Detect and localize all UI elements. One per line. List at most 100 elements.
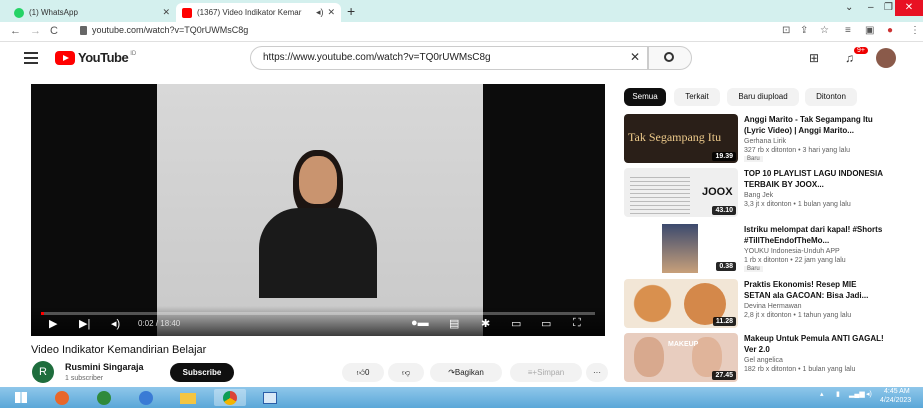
audio-icon[interactable]: ◂) [316,7,324,18]
fullscreen-icon[interactable]: ⛶ [573,317,581,330]
url-field[interactable]: youtube.com/watch?v=TQ0rUWMsC8g [92,25,248,35]
hamburger-menu-icon[interactable] [24,52,38,67]
browser-tabstrip: (1) WhatsApp ✕ (1367) Video Indikator Ke… [0,0,923,22]
rec-title: Istriku melompat dari kapal! #Shorts #Ti… [744,225,883,245]
notification-badge: 9+ [854,47,868,54]
signal-icon[interactable]: ▂▄▆ [849,390,865,398]
menu-dots-icon[interactable]: ⋮ [910,25,920,36]
ie-taskbar-icon[interactable] [130,389,162,406]
thumbs-up-icon: 👍︎ [356,367,365,377]
reading-list-icon[interactable]: ≡ [845,25,851,36]
chip-recently-uploaded[interactable]: Baru diupload [727,88,799,106]
rec-channel: YOUKU Indonesia-Unduh APP [744,248,840,255]
share-icon[interactable]: ⇪ [800,25,808,36]
lock-icon [80,26,87,35]
save-button[interactable]: ≡+ Simpan [510,363,582,382]
share-arrow-icon: ↷ [448,368,455,377]
recommendation-item[interactable]: MAKEUP 27.45 Makeup Untuk Pemula ANTI GA… [624,333,923,383]
play-icon[interactable]: ▶ [49,317,57,330]
logo-text: YouTube [78,50,129,65]
firefox-taskbar-icon[interactable] [46,389,78,406]
clear-search-icon[interactable]: ✕ [630,50,640,64]
sidepanel-icon[interactable]: ▣ [865,25,874,36]
recommendation-item[interactable]: 0.38 Istriku melompat dari kapal! #Short… [624,224,923,274]
bell-icon[interactable]: ♫ [845,51,854,65]
bookmark-star-icon[interactable]: ☆ [820,25,829,36]
create-video-icon[interactable]: ⊞ [809,51,819,65]
tab-youtube[interactable]: (1367) Video Indikator Kemar ◂) ✕ [176,3,341,22]
recommendation-item[interactable]: JOOX 43.10 TOP 10 PLAYLIST LAGU INDONESI… [624,168,923,218]
progress-bar[interactable] [41,312,595,315]
video-title: Video Indikator Kemandirian Belajar [31,344,207,356]
paint-taskbar-icon[interactable] [254,389,286,406]
translate-icon[interactable]: ⊡ [782,25,790,36]
new-badge: Baru [744,156,763,162]
start-button[interactable] [8,389,34,406]
file-explorer-taskbar-icon[interactable] [172,389,204,406]
new-tab-button[interactable]: + [347,3,355,19]
close-window-button[interactable]: ✕ [895,0,923,16]
youtube-header: YouTube ID https://www.youtube.com/watch… [0,43,923,73]
close-tab-icon[interactable]: ✕ [327,7,335,18]
subscribe-button[interactable]: Subscribe [170,363,234,382]
clock-time[interactable]: 4:45 AM [884,388,910,395]
channel-name[interactable]: Rusmini Singaraja [65,362,144,372]
volume-icon[interactable]: ◂) [111,317,120,330]
settings-gear-icon[interactable]: ✱ [481,317,490,330]
thumbnail-text: MAKEUP [668,341,699,348]
dislike-button[interactable]: 👎︎ [388,363,424,382]
subtitles-icon[interactable]: ▤ [449,317,459,330]
rec-channel: Gel angelica [744,357,783,364]
chevron-down-icon[interactable]: ⌄ [845,2,853,13]
chip-all[interactable]: Semua [624,88,666,106]
recommendation-item[interactable]: Tak Segampang Itu 19.39 Anggi Marito - T… [624,114,923,164]
reload-icon[interactable]: C [50,25,58,37]
close-tab-icon[interactable]: ✕ [162,7,170,18]
whatsapp-icon [14,7,24,18]
forward-icon[interactable]: → [30,25,41,37]
subscriber-count: 1 subscriber [65,375,104,382]
search-icon [664,52,674,62]
video-thumbnail: Tak Segampang Itu 19.39 [624,114,738,163]
video-player[interactable]: ▶ ▶| ◂) 0:02 / 18:40 ●▬ ▤ ✱ ▭ ▭ ⛶ [31,84,605,336]
tab-whatsapp[interactable]: (1) WhatsApp ✕ [8,3,176,22]
minimize-icon[interactable]: – [868,2,874,13]
share-button[interactable]: ↷ Bagikan [430,363,502,382]
youtube-logo[interactable]: YouTube ID [55,50,136,65]
user-avatar[interactable] [876,48,896,68]
video-thumbnail: 11.28 [624,279,738,328]
save-label: Simpan [537,368,565,377]
rec-title: TOP 10 PLAYLIST LAGU INDONESIA TERBAIK B… [744,169,883,189]
next-icon[interactable]: ▶| [79,317,90,330]
thumbnail-text: Tak Segampang Itu [628,130,722,144]
rec-meta: 1 rb x ditonton • 22 jam yang lalu [744,257,846,264]
tray-arrow-icon[interactable]: ▴ [820,390,824,398]
chip-related[interactable]: Terkait [674,88,720,106]
address-bar: ← → C youtube.com/watch?v=TQ0rUWMsC8g ⊡ … [0,22,923,42]
chrome-taskbar-icon[interactable] [214,389,246,406]
recommendation-item[interactable]: 11.28 Praktis Ekonomis! Resep MIE SETAN … [624,279,923,329]
rec-title: Makeup Untuk Pemula ANTI GAGAL! Ver 2.0 [744,334,884,354]
channel-avatar[interactable]: R [32,361,54,383]
back-icon[interactable]: ← [10,25,21,37]
more-button[interactable]: ··· [586,363,608,382]
rec-meta: 2,8 jt x ditonton • 1 tahun yang lalu [744,312,852,319]
speaker-icon[interactable]: ◂) [866,390,872,398]
profile-icon[interactable]: ● [887,25,893,36]
logo-region: ID [130,50,137,57]
like-button[interactable]: 👍︎ 0 [342,363,384,382]
autoplay-toggle[interactable]: ●▬ [411,317,429,329]
app-taskbar-icon[interactable] [88,389,120,406]
battery-icon[interactable]: ▮ [836,390,840,398]
clock-date[interactable]: 4/24/2023 [880,397,911,404]
theater-mode-icon[interactable]: ▭ [541,317,551,330]
rec-title: Praktis Ekonomis! Resep MIE SETAN ala GA… [744,280,869,300]
search-input[interactable]: https://www.youtube.com/watch?v=TQ0rUWMs… [250,46,648,70]
duration-badge: 43.10 [712,206,736,215]
duration-badge: 27.45 [712,371,736,380]
miniplayer-icon[interactable]: ▭ [511,317,521,330]
chip-watched[interactable]: Ditonton [805,88,857,106]
search-button[interactable] [648,46,692,70]
duration-badge: 0.38 [716,262,736,271]
restore-icon[interactable]: ❐ [884,2,893,13]
